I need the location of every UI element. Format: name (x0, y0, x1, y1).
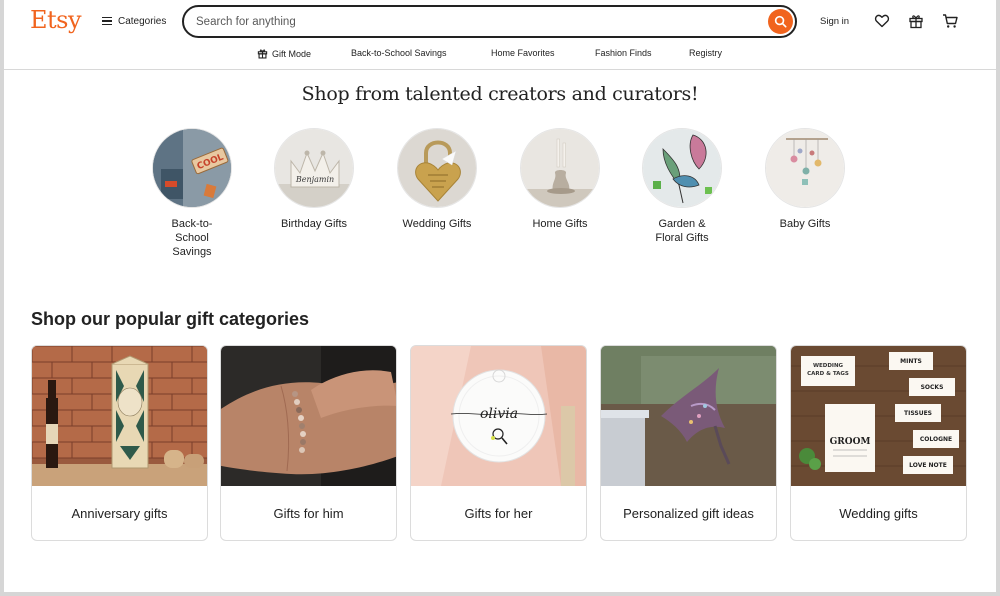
wedding-card-title-2: CARD & TAGS (807, 371, 849, 377)
gift-icon (909, 15, 923, 29)
search-icon (774, 15, 787, 28)
curator-label: Garden & Floral Gifts (627, 217, 737, 245)
curator-label: Birthday Gifts (280, 218, 348, 230)
curator-item-wedding[interactable]: Wedding Gifts (382, 128, 492, 231)
category-card-label: Wedding gifts (839, 505, 918, 521)
tag-text: TISSUES (904, 410, 932, 417)
back-to-school-image: COOL (152, 128, 232, 208)
birthday-gifts-image: Benjamin (274, 128, 354, 208)
cart-button[interactable] (941, 12, 959, 30)
subnav-fashion-finds[interactable]: Fashion Finds (595, 48, 652, 58)
category-card-personalized[interactable]: Personalized gift ideas (600, 345, 777, 541)
anniversary-gifts-image (32, 346, 207, 486)
olivia-text: olivia (480, 406, 518, 422)
favorites-button[interactable] (873, 12, 891, 30)
category-card-label: Gifts for him (273, 505, 344, 521)
menu-icon (102, 17, 112, 25)
curator-item-baby[interactable]: Baby Gifts (750, 128, 860, 231)
subnav-registry[interactable]: Registry (689, 48, 722, 58)
curator-label: Back-to- School Savings (137, 217, 247, 259)
categories-button[interactable]: Categories (102, 14, 166, 28)
curator-label: Baby Gifts (779, 218, 831, 230)
category-card-him[interactable]: Gifts for him (220, 345, 397, 541)
wedding-card-main: GROOM (830, 437, 871, 447)
category-card-label: Personalized gift ideas (623, 505, 754, 521)
search-input[interactable] (196, 13, 756, 31)
garden-floral-image (642, 128, 722, 208)
wedding-gifts-image (397, 128, 477, 208)
tag-text: SOCKS (921, 384, 944, 391)
heart-icon (874, 14, 890, 28)
category-card-wedding[interactable]: WEDDING CARD & TAGS GROOM MINTS SOCKS TI… (790, 345, 967, 541)
popular-section-title: Shop our popular gift categories (31, 309, 310, 329)
categories-label: Categories (118, 15, 167, 27)
curator-label-text: Back-to- School Savings (171, 218, 213, 258)
etsy-logo[interactable]: Etsy (30, 6, 82, 34)
curator-label: Home Gifts (532, 218, 588, 230)
category-card-anniversary[interactable]: Anniversary gifts (31, 345, 208, 541)
crown-text: Benjamin (295, 175, 334, 184)
gift-icon (257, 49, 268, 59)
subnav-label: Gift Mode (272, 48, 312, 59)
wedding-card-title-1: WEDDING (813, 363, 844, 369)
gifts-for-him-image (221, 346, 396, 486)
baby-gifts-image (765, 128, 845, 208)
curator-label-text: Garden & Floral Gifts (655, 218, 709, 244)
curator-item-garden[interactable]: Garden & Floral Gifts (627, 128, 737, 245)
subnav-home-favorites[interactable]: Home Favorites (491, 48, 555, 58)
category-card-her[interactable]: olivia Gifts for her (410, 345, 587, 541)
search-button[interactable] (768, 9, 793, 34)
wedding-gifts-image: WEDDING CARD & TAGS GROOM MINTS SOCKS TI… (791, 346, 966, 486)
curator-label: Wedding Gifts (402, 218, 472, 230)
page: Etsy Categories Sign in (4, 0, 996, 592)
personalized-gifts-image (601, 346, 776, 486)
tag-text: MINTS (900, 358, 922, 365)
subnav-back-to-school[interactable]: Back-to-School Savings (351, 48, 447, 58)
category-card-label: Anniversary gifts (71, 505, 168, 521)
sign-in-link[interactable]: Sign in (820, 16, 849, 27)
subnav-gift-mode[interactable]: Gift Mode (257, 48, 311, 59)
curator-item-birthday[interactable]: Benjamin Birthday Gifts (259, 128, 369, 231)
sub-navigation: Gift Mode Back-to-School Savings Home Fa… (4, 44, 996, 64)
category-card-label: Gifts for her (464, 505, 533, 521)
site-header: Etsy Categories Sign in (4, 0, 996, 70)
gifts-for-her-image: olivia (411, 346, 586, 486)
tag-text: COLOGNE (920, 436, 952, 443)
curator-item-home[interactable]: Home Gifts (505, 128, 615, 231)
tag-text: LOVE NOTE (909, 462, 947, 469)
cart-icon (942, 14, 958, 28)
curator-item-back-to-school[interactable]: COOL Back-to- School Savings (137, 128, 247, 259)
search-bar (182, 5, 797, 38)
gift-button[interactable] (907, 12, 925, 30)
home-gifts-image (520, 128, 600, 208)
curators-headline: Shop from talented creators and curators… (301, 83, 699, 105)
